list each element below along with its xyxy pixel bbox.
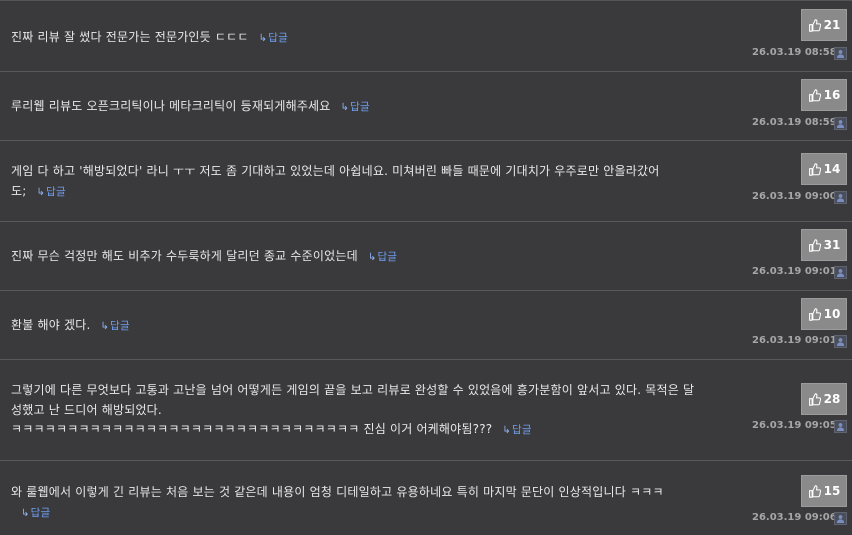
reply-arrow-icon: ↳ [21, 507, 30, 519]
reply-arrow-icon: ↳ [100, 321, 110, 332]
comment-item: 진짜 무슨 걱정만 해도 비추가 수두룩하게 달리던 종교 수준이었는데 ↳답글 … [0, 222, 852, 291]
thumbs-up-icon [808, 307, 821, 321]
comment-date: 26.03.19 08:59 [752, 117, 837, 128]
comment-body: 진짜 무슨 걱정만 해도 비추가 수두룩하게 달리던 종교 수준이었는데 ↳답글 [11, 247, 701, 268]
like-button[interactable]: 14 [801, 153, 847, 185]
like-button[interactable]: 16 [801, 79, 847, 111]
comment-text: 와 룰웹에서 이렇게 긴 리뷰는 처음 보는 것 같은데 내용이 엄청 디테일하… [11, 485, 664, 499]
like-button[interactable]: 10 [801, 298, 847, 330]
like-count: 15 [823, 484, 841, 498]
like-button[interactable]: 21 [801, 9, 847, 41]
reply-button[interactable]: ↳답글 [21, 507, 50, 519]
comment-date: 26.03.19 09:00 [752, 191, 837, 202]
like-button[interactable]: 31 [801, 229, 847, 261]
comment-item: 루리웹 리뷰도 오픈크리틱이나 메타크리틱이 등재되게해주세요 ↳답글 16 26… [0, 72, 852, 141]
comment-date: 26.03.19 08:58 [752, 47, 837, 58]
like-button[interactable]: 15 [801, 475, 847, 507]
user-icon[interactable] [834, 335, 847, 348]
comment-date: 26.03.19 09:01 [752, 335, 837, 346]
comment-body: 와 룰웹에서 이렇게 긴 리뷰는 처음 보는 것 같은데 내용이 엄청 디테일하… [11, 483, 701, 523]
like-count: 31 [823, 238, 841, 252]
comment-text: 진짜 리뷰 잘 썼다 전문가는 전문가인듯 ㄷㄷㄷ [11, 30, 249, 44]
reply-button[interactable]: ↳답글 [502, 424, 531, 436]
thumbs-up-icon [808, 162, 821, 176]
comment-text: 루리웹 리뷰도 오픈크리틱이나 메타크리틱이 등재되게해주세요 [11, 99, 331, 113]
like-count: 10 [823, 307, 841, 321]
reply-arrow-icon: ↳ [340, 102, 350, 113]
comment-body: 진짜 리뷰 잘 썼다 전문가는 전문가인듯 ㄷㄷㄷ ↳답글 [11, 28, 701, 49]
reply-arrow-icon: ↳ [502, 425, 511, 436]
user-icon[interactable] [834, 191, 847, 204]
like-count: 21 [823, 18, 841, 32]
reply-button[interactable]: ↳답글 [36, 186, 65, 198]
reply-button[interactable]: ↳답글 [368, 251, 397, 263]
comment-text: 환불 해야 겠다. [11, 318, 91, 332]
comment-item: 환불 해야 겠다. ↳답글 10 26.03.19 09:01 [0, 291, 852, 360]
thumbs-up-icon [808, 484, 821, 498]
comment-item: 게임 다 하고 '해방되었다' 라니 ㅜㅜ 저도 좀 기대하고 있었는데 아쉽네… [0, 141, 852, 222]
comment-date: 26.03.19 09:06 [752, 512, 837, 523]
comment-body: 환불 해야 겠다. ↳답글 [11, 316, 701, 337]
comment-item: 진짜 리뷰 잘 썼다 전문가는 전문가인듯 ㄷㄷㄷ ↳답글 21 26.03.19… [0, 1, 852, 72]
comment-text: 그렇기에 다른 무엇보다 고통과 고난을 넘어 어떻게든 게임의 끝을 보고 리… [11, 383, 695, 436]
thumbs-up-icon [808, 18, 821, 32]
thumbs-up-icon [808, 238, 821, 252]
user-icon[interactable] [834, 420, 847, 433]
like-count: 28 [823, 392, 841, 406]
user-icon[interactable] [834, 47, 847, 60]
like-count: 14 [823, 162, 841, 176]
comment-item: 와 룰웹에서 이렇게 긴 리뷰는 처음 보는 것 같은데 내용이 엄청 디테일하… [0, 461, 852, 535]
reply-arrow-icon: ↳ [258, 33, 268, 44]
comment-body: 루리웹 리뷰도 오픈크리틱이나 메타크리틱이 등재되게해주세요 ↳답글 [11, 97, 701, 118]
reply-button[interactable]: ↳답글 [341, 101, 370, 113]
comment-text: 게임 다 하고 '해방되었다' 라니 ㅜㅜ 저도 좀 기대하고 있었는데 아쉽네… [11, 164, 660, 198]
like-button[interactable]: 28 [801, 383, 847, 415]
reply-button[interactable]: ↳답글 [259, 32, 288, 44]
thumbs-up-icon [808, 392, 821, 406]
reply-button[interactable]: ↳답글 [100, 320, 129, 332]
comment-list: 진짜 리뷰 잘 썼다 전문가는 전문가인듯 ㄷㄷㄷ ↳답글 21 26.03.19… [0, 0, 852, 535]
comment-body: 게임 다 하고 '해방되었다' 라니 ㅜㅜ 저도 좀 기대하고 있었는데 아쉽네… [11, 162, 701, 202]
user-icon[interactable] [834, 512, 847, 525]
comment-date: 26.03.19 09:01 [752, 266, 837, 277]
reply-arrow-icon: ↳ [36, 186, 46, 198]
like-count: 16 [823, 88, 841, 102]
user-icon[interactable] [834, 117, 847, 130]
comment-item: 그렇기에 다른 무엇보다 고통과 고난을 넘어 어떻게든 게임의 끝을 보고 리… [0, 360, 852, 461]
comment-date: 26.03.19 09:05 [752, 420, 837, 431]
reply-arrow-icon: ↳ [367, 252, 377, 263]
comment-body: 그렇기에 다른 무엇보다 고통과 고난을 넘어 어떻게든 게임의 끝을 보고 리… [11, 381, 701, 441]
thumbs-up-icon [808, 88, 821, 102]
user-icon[interactable] [834, 266, 847, 279]
comment-text: 진짜 무슨 걱정만 해도 비추가 수두룩하게 달리던 종교 수준이었는데 [11, 249, 358, 263]
